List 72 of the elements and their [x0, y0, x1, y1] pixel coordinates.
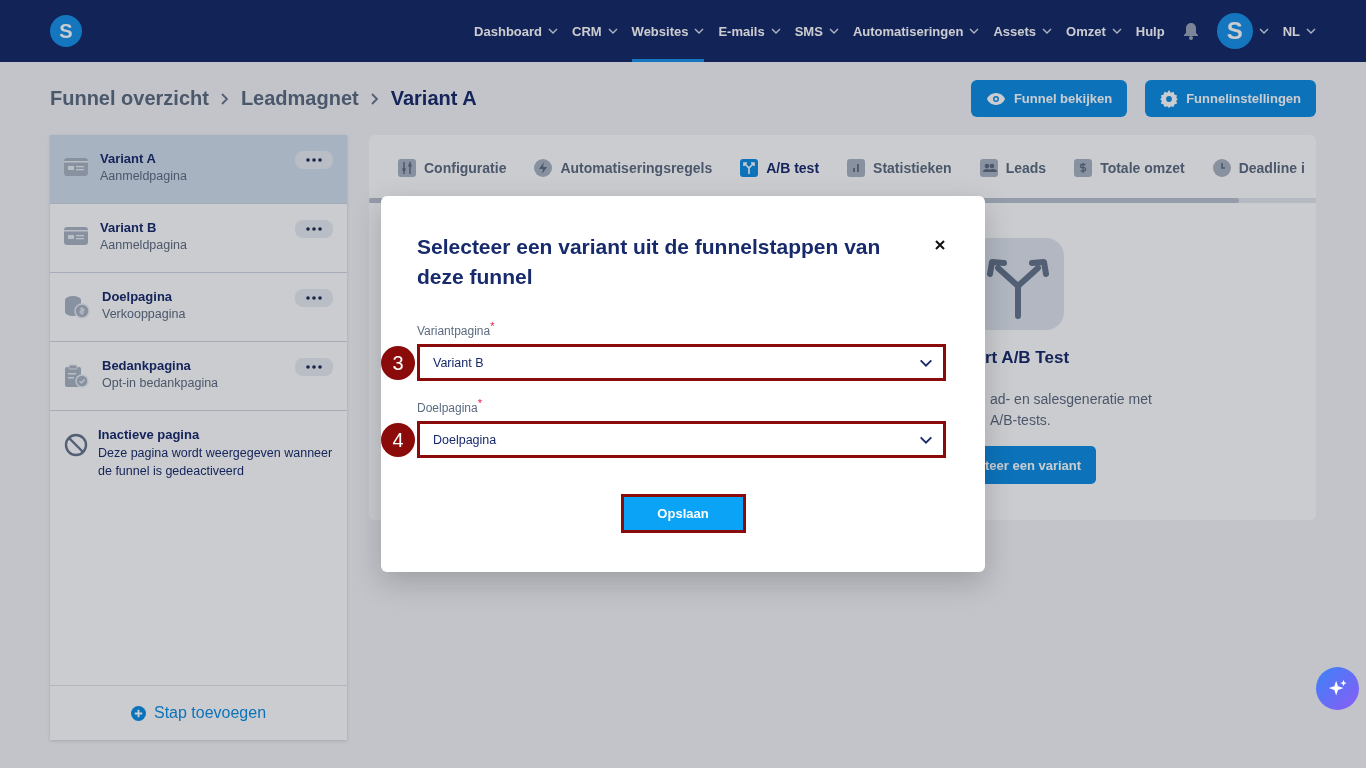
more-options-button[interactable] [295, 358, 333, 376]
breadcrumb-link[interactable]: Leadmagnet [240, 87, 359, 110]
nav-menu-item[interactable]: Hulp [1135, 0, 1165, 62]
chevron-down-icon [1258, 28, 1269, 34]
nav-menu-item[interactable]: Assets [993, 0, 1053, 62]
dropdown-select[interactable]: Variant B [417, 344, 946, 381]
ellipsis-icon [306, 158, 322, 162]
step-type: Verkooppagina [102, 307, 187, 321]
chevron-down-icon [1306, 28, 1316, 34]
empty-state-title: rt A/B Test [985, 348, 1070, 368]
sliders-icon [398, 159, 416, 177]
tab[interactable]: Leads [979, 159, 1047, 177]
plus-circle-icon [130, 705, 146, 721]
step-title: Bedankpagina [102, 358, 192, 373]
dollar-icon [1074, 159, 1093, 177]
card-icon [64, 157, 88, 177]
chevron-right-icon [220, 92, 229, 105]
step-title: Variant B [100, 220, 158, 235]
step-type: Aanmeldpagina [100, 238, 188, 252]
notification-bell-icon[interactable] [1182, 22, 1199, 40]
nav-menu-item[interactable]: Dashboard [474, 0, 558, 62]
eye-icon [985, 91, 1006, 106]
bar-chart-icon [847, 159, 866, 177]
funnel-step-item[interactable]: Variant A Aanmeldpagina [50, 135, 347, 204]
tab[interactable]: Totale omzet [1074, 159, 1185, 177]
breadcrumb-link[interactable]: Variant A [390, 87, 477, 110]
step-number-badge: 3 [381, 346, 415, 380]
funnel-step-item[interactable]: Bedankpagina Opt-in bedankpagina [50, 342, 347, 411]
users-icon [979, 159, 998, 177]
chevron-down-icon [919, 435, 933, 444]
funnel-step-item[interactable]: Variant B Aanmeldpagina [50, 204, 347, 273]
tab[interactable]: Deadline i [1212, 159, 1305, 177]
ellipsis-icon [306, 296, 322, 300]
clock-icon [1212, 159, 1231, 177]
tab[interactable]: Configuratie [398, 159, 507, 177]
tab[interactable]: A/B test [740, 159, 820, 177]
clipboard-check-icon [64, 364, 90, 388]
close-icon [935, 240, 945, 250]
ban-icon [64, 433, 88, 457]
tab[interactable]: Statistieken [847, 159, 952, 177]
settings-icon [1160, 89, 1179, 108]
breadcrumb-link[interactable]: Funnel overzicht [50, 87, 209, 110]
card-icon [64, 226, 88, 246]
chevron-down-icon [919, 358, 933, 367]
ellipsis-icon [306, 365, 322, 369]
ellipsis-icon [306, 227, 322, 231]
step-title: Doelpagina [102, 289, 174, 304]
more-options-button[interactable] [295, 289, 333, 307]
tab[interactable]: Automatiseringsregels [534, 159, 713, 177]
nav-menu-item[interactable]: Websites [631, 0, 705, 62]
funnel-step-item[interactable]: Doelpagina Verkooppagina [50, 273, 347, 342]
coins-icon [64, 295, 90, 319]
bolt-icon [534, 159, 553, 177]
nav-menu-item[interactable]: E-mails [718, 0, 781, 62]
step-title: Inactieve pagina [98, 427, 201, 442]
nav-menu-item[interactable]: CRM [572, 0, 618, 62]
modal-title: Selecteer een variant uit de funnelstappen van deze funnel [417, 234, 882, 290]
language-selector[interactable]: NL [1282, 0, 1316, 62]
empty-state-description: A/B-tests. [990, 411, 1052, 430]
step-title: Variant A [100, 151, 157, 166]
step-type: Opt-in bedankpagina [102, 376, 220, 390]
more-options-button[interactable] [295, 220, 333, 238]
chevron-right-icon [370, 92, 379, 105]
dropdown-select[interactable]: Doelpagina [417, 421, 946, 458]
step-type: Aanmeldpagina [100, 169, 188, 183]
step-number-badge: 4 [381, 423, 415, 457]
nav-menu-item[interactable]: SMS [794, 0, 839, 62]
empty-state-description: ad- en salesgeneratie met [990, 390, 1152, 409]
nav-menu-item[interactable]: Automatiseringen [852, 0, 980, 62]
more-options-button[interactable] [295, 151, 333, 169]
step-description: Deze pagina wordt weergegeven wanneer de funnel is gedeactiveerd [98, 445, 333, 480]
nav-menu-item[interactable]: Omzet [1066, 0, 1122, 62]
